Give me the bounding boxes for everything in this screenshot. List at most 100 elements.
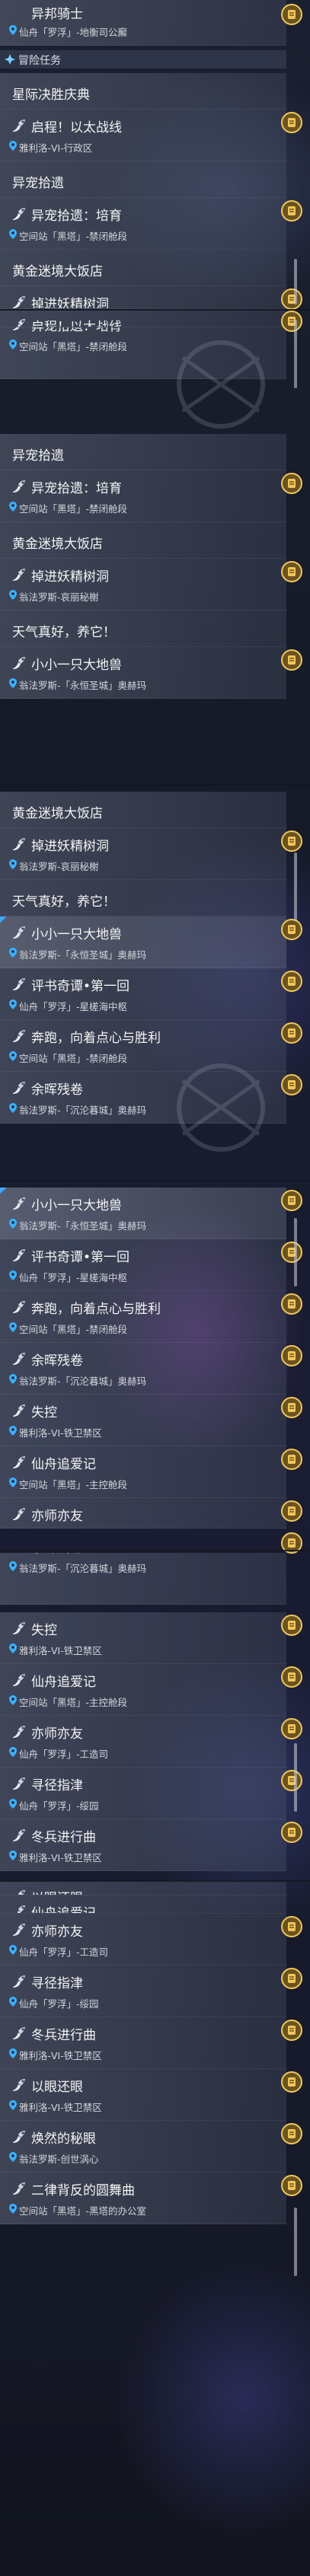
- quest-icon: [13, 1456, 25, 1468]
- quest-title: 评书奇谭•第一回: [31, 1250, 130, 1265]
- quest-icon: [13, 926, 25, 939]
- quest-card[interactable]: 仙舟追爱记 空间站「黑塔」-主控舱段: [0, 1664, 286, 1716]
- quest-icon: [13, 2131, 25, 2143]
- quest-title: 寻径指津: [31, 1778, 83, 1793]
- quest-card[interactable]: 异宠拾遗：培育空间站「黑塔」-禁闭舱段: [0, 470, 286, 522]
- quest-card[interactable]: 焕然的秘眼 翁法罗斯-创世涡心: [0, 2121, 286, 2173]
- reward-badge-icon: [281, 1666, 302, 1688]
- quest-icon: [13, 1508, 25, 1520]
- reward-badge-icon: [281, 1022, 302, 1044]
- quest-card[interactable]: 掉进妖精树洞翁法罗斯-哀丽秘榭: [0, 828, 286, 880]
- quest-card[interactable]: 仙舟追爱记: [0, 1895, 286, 1914]
- quest-card[interactable]: 余晖残卷翁法罗斯-「沉沦暮城」奥赫玛: [0, 1343, 286, 1395]
- quest-location: 翁法罗斯-创世涡心: [19, 2154, 99, 2165]
- stitch-divider: [0, 784, 310, 786]
- quest-card[interactable]: 冬兵进行曲 雅利洛-VI-铁卫禁区: [0, 2017, 286, 2069]
- quest-title: 余晖残卷: [31, 1553, 83, 1556]
- quest-card[interactable]: 黄金迷境大饭店: [0, 250, 286, 286]
- scrollbar-thumb[interactable]: [294, 1218, 297, 1286]
- reward-badge-icon: [281, 971, 302, 992]
- scrollbar-thumb[interactable]: [294, 320, 297, 388]
- corner-marker: [0, 1188, 7, 1194]
- stitch-divider: [0, 309, 310, 311]
- reward-badge-icon: [281, 1293, 302, 1315]
- quest-card[interactable]: 寻径指津仙舟「罗浮」-绥园: [0, 1965, 286, 2017]
- location-pin-icon: [9, 2204, 17, 2214]
- quest-location: 空间站「黑塔」-主控舱段: [19, 1697, 128, 1708]
- reward-badge-icon: [281, 1345, 302, 1366]
- quest-card[interactable]: 星际决胜庆典: [0, 73, 286, 110]
- quest-icon: [13, 208, 25, 220]
- quest-icon: [13, 657, 25, 669]
- reward-badge-icon: [281, 1822, 302, 1843]
- location-pin-icon: [9, 1219, 17, 1229]
- location-pin-icon: [9, 340, 17, 349]
- reward-badge-icon: [281, 1770, 302, 1791]
- location-pin-icon: [9, 2048, 17, 2058]
- scrollbar-thumb[interactable]: [294, 2208, 297, 2276]
- quest-title: 启程！以太战线: [31, 120, 122, 135]
- quest-card[interactable]: 小小一只大地兽 翁法罗斯-「永恒圣城」奥赫玛: [0, 917, 286, 968]
- scrollbar-thumb[interactable]: [294, 1743, 297, 1812]
- reward-badge-icon: [281, 1968, 302, 1989]
- quest-card[interactable]: 评书奇谭•第一回 仙舟「罗浮」-星槎海中枢: [0, 968, 286, 1020]
- quest-card[interactable]: 掉进妖精树洞翁法罗斯-哀丽秘榭: [0, 559, 286, 611]
- quest-location: 雅利洛-VI-铁卫禁区: [19, 1427, 102, 1439]
- location-pin-icon: [9, 25, 17, 35]
- quest-category-title: 黄金迷境大饭店: [12, 806, 103, 821]
- quest-card[interactable]: 异宠拾遗：培育空间站「黑塔」-禁闭舱段: [0, 198, 286, 250]
- quest-card[interactable]: 异宠拾遗: [0, 161, 286, 198]
- quest-card[interactable]: 失控 雅利洛-VI-铁卫禁区: [0, 1612, 286, 1664]
- quest-location: 雅利洛-VI-铁卫禁区: [19, 2102, 102, 2113]
- scrollbar-thumb[interactable]: [294, 853, 297, 921]
- quest-location: 空间站「黑塔」-禁闭舱段: [19, 341, 128, 352]
- quest-title: 冬兵进行曲: [31, 2028, 96, 2043]
- quest-card[interactable]: 掉进妖精树洞翁法罗斯-哀丽秘榭: [0, 286, 286, 309]
- quest-location: 雅利洛-VI-行政区: [19, 142, 93, 154]
- scrollbar-thumb[interactable]: [294, 259, 297, 304]
- quest-category-title: 天气真好，养它！: [12, 894, 116, 910]
- quest-card[interactable]: 天气真好，养它！: [0, 880, 286, 917]
- quest-card[interactable]: 仙舟追爱记 空间站「黑塔」-主控舱段: [0, 1446, 286, 1498]
- quest-location: 仙舟「罗浮」-绥园: [19, 1998, 99, 2010]
- quest-card[interactable]: 亦师亦友空间站「黑塔」-禁闭舱段: [0, 1498, 286, 1529]
- quest-card[interactable]: 寻径指津 仙舟「罗浮」-绥园: [0, 1768, 286, 1819]
- quest-location: 翁法罗斯-「沉沦暮城」奥赫玛: [19, 1376, 147, 1387]
- quest-title: 余晖残卷: [31, 1353, 83, 1369]
- quest-card[interactable]: 二律背反的圆舞曲 空间站「黑塔」-黑塔的办公室: [0, 2173, 286, 2224]
- quest-title: 寻径指津: [31, 1976, 83, 1991]
- quest-location: 空间站「黑塔」-禁闭舱段: [19, 503, 128, 515]
- quest-card[interactable]: 小小一只大地兽 翁法罗斯-「永恒圣城」奥赫玛: [0, 647, 286, 699]
- quest-card[interactable]: 亦师亦友 仙舟「罗浮」-工造司: [0, 1716, 286, 1768]
- quest-icon: [13, 296, 25, 308]
- location-pin-icon: [9, 1851, 17, 1860]
- reward-badge-icon: [281, 1615, 302, 1636]
- quest-card[interactable]: 奔跑，向着点心与胜利 空间站「黑塔」-禁闭舱段: [0, 1291, 286, 1343]
- quest-location: 空间站「黑塔」-禁闭舱段: [19, 1324, 128, 1335]
- quest-card[interactable]: 失控 雅利洛-VI-铁卫禁区: [0, 1395, 286, 1446]
- quest-card[interactable]: 以眼还眼: [0, 1880, 286, 1895]
- quest-card[interactable]: 启程！以太战线: [0, 309, 286, 327]
- quest-card[interactable]: 余晖残卷翁法罗斯-「沉沦暮城」奥赫玛: [0, 1553, 286, 1605]
- location-pin-icon: [9, 1945, 17, 1955]
- quest-icon: [13, 1975, 25, 1988]
- quest-card[interactable]: 小小一只大地兽 翁法罗斯-「永恒圣城」奥赫玛: [0, 1188, 286, 1239]
- quest-card[interactable]: 以眼还眼 雅利洛-VI-铁卫禁区: [0, 2069, 286, 2121]
- quest-card[interactable]: 黄金迷境大饭店: [0, 522, 286, 559]
- quest-location: 翁法罗斯-「沉沦暮城」奥赫玛: [19, 1563, 147, 1574]
- quest-card[interactable]: 评书奇谭•第一回 仙舟「罗浮」-星槎海中枢: [0, 1239, 286, 1291]
- quest-card[interactable]: 黄金迷境大饭店: [0, 792, 286, 828]
- reward-badge-icon: [281, 649, 302, 671]
- quest-location: 翁法罗斯-「永恒圣城」奥赫玛: [19, 680, 147, 691]
- quest-icon: [17, 1905, 25, 1913]
- quest-card[interactable]: 启程！以太战线雅利洛-VI-行政区: [0, 110, 286, 161]
- quest-card-top[interactable]: 异邦骑士 仙舟「罗浮」-地衡司公廨: [0, 0, 286, 46]
- stitch-divider: [0, 1180, 310, 1181]
- quest-card[interactable]: 亦师亦友 仙舟「罗浮」-工造司: [0, 1914, 286, 1965]
- quest-card[interactable]: 天气真好，养它！: [0, 611, 286, 647]
- location-pin-icon: [9, 1747, 17, 1757]
- location-pin-icon: [9, 2152, 17, 2162]
- corner-marker: [0, 917, 7, 923]
- reward-badge-icon: [281, 1242, 302, 1263]
- quest-card[interactable]: 冬兵进行曲 雅利洛-VI-铁卫禁区: [0, 1819, 286, 1871]
